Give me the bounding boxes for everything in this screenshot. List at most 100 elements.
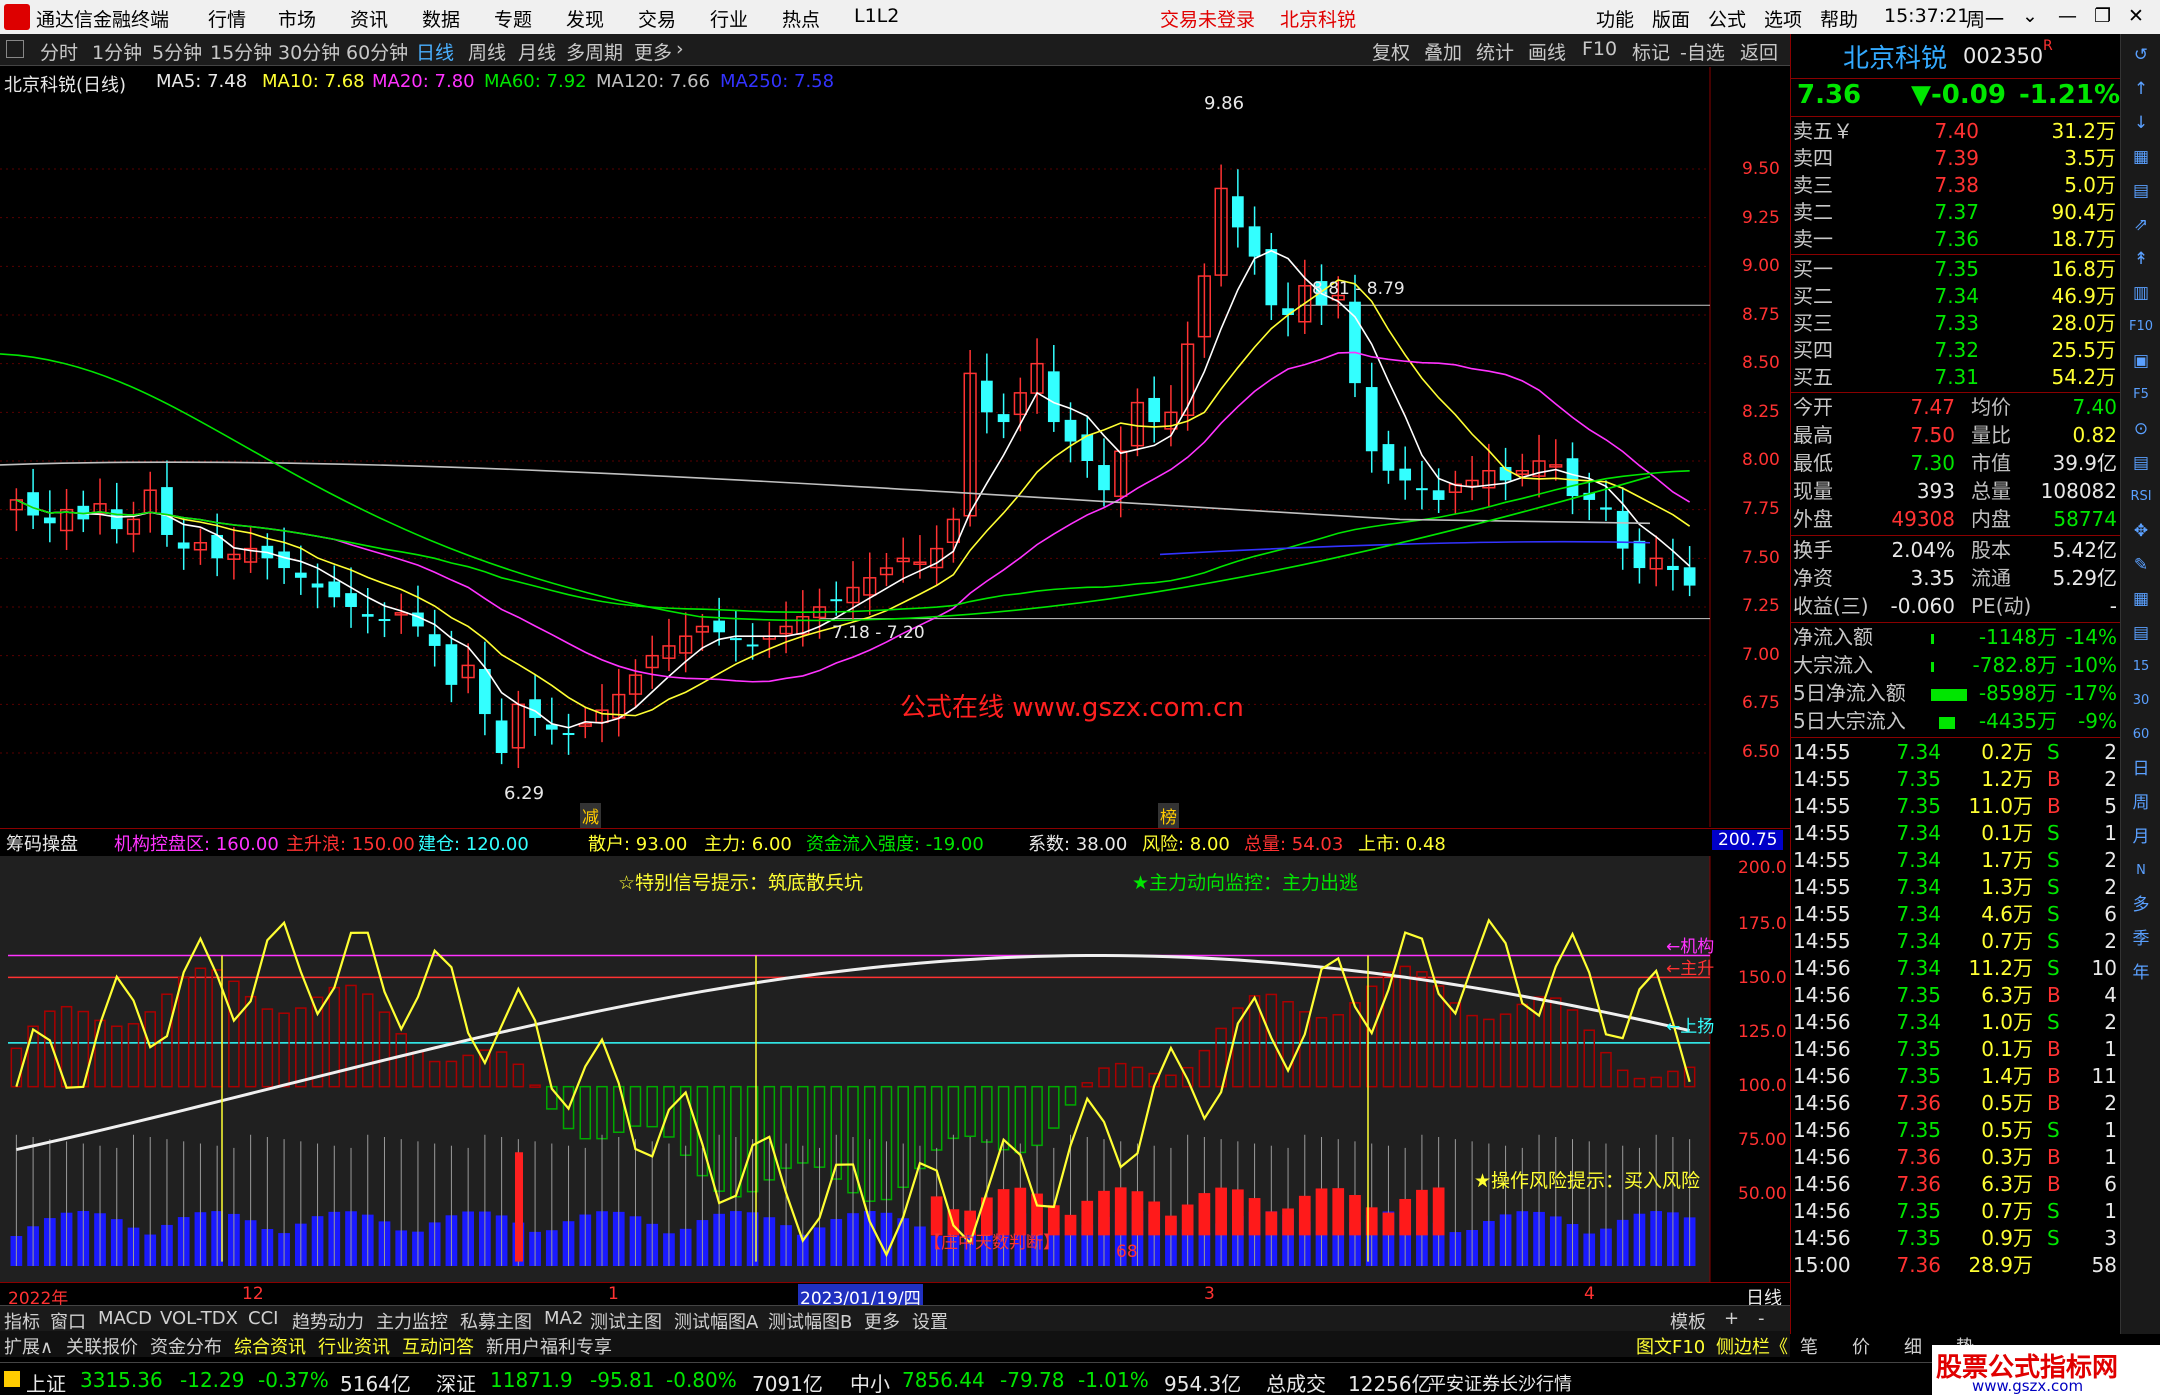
side-tool-icon[interactable]: ⇗ <box>2127 212 2155 238</box>
restore-icon[interactable]: ❐ <box>2094 5 2111 27</box>
menu-item[interactable]: 交易 <box>638 5 676 32</box>
period-tab[interactable]: 月线 <box>518 38 556 65</box>
indicator-tab[interactable]: CCI <box>248 1308 278 1329</box>
period-tab[interactable]: 多周期 <box>566 38 623 65</box>
menu-item[interactable]: 版面 <box>1652 5 1690 32</box>
side-tool-icon[interactable]: ↓ <box>2127 110 2155 136</box>
trade-status-link[interactable]: 交易未登录 <box>1160 5 1255 32</box>
tool-button[interactable]: 标记 <box>1632 38 1670 65</box>
side-tool-icon[interactable]: ✎ <box>2127 552 2155 578</box>
bid-row[interactable]: 买二 7.34 46.9万 <box>1791 283 2121 311</box>
tool-button[interactable]: 叠加 <box>1424 38 1462 65</box>
status-icon[interactable] <box>4 1371 20 1387</box>
extension-tab[interactable]: 关联报价 <box>66 1333 138 1359</box>
extension-tab[interactable]: 资金分布 <box>150 1333 222 1359</box>
ask-row[interactable]: 卖四 7.39 3.5万 <box>1791 145 2121 173</box>
indicator-tab[interactable]: MACD <box>98 1308 152 1329</box>
chevron-down-icon[interactable]: ⌄ <box>2022 5 2038 27</box>
side-tool-icon[interactable]: 60 <box>2127 722 2155 748</box>
bid-row[interactable]: 买五 7.31 54.2万 <box>1791 364 2121 392</box>
side-tool-icon[interactable]: 季 <box>2127 926 2155 952</box>
tool-button[interactable]: F10 <box>1582 38 1617 60</box>
side-tool-icon[interactable]: ▥ <box>2127 280 2155 306</box>
period-tab[interactable]: 1分钟 <box>92 38 142 65</box>
indicator-chart[interactable]: 筹码操盘 机构控盘区: 160.00 主升浪: 150.00 建仓: 120.0… <box>0 828 1790 1309</box>
indicator-tab[interactable]: VOL-TDX <box>160 1308 238 1329</box>
menu-item[interactable]: 资讯 <box>350 5 388 32</box>
minimize-icon[interactable]: — <box>2058 5 2077 27</box>
period-tab[interactable]: 5分钟 <box>152 38 202 65</box>
chevron-right-icon[interactable]: › <box>676 38 684 60</box>
side-tool-icon[interactable]: ▤ <box>2127 450 2155 476</box>
side-tool-icon[interactable]: 日 <box>2127 756 2155 782</box>
side-tool-icon[interactable]: ✥ <box>2127 518 2155 544</box>
ask-row[interactable]: 卖二 7.37 90.4万 <box>1791 199 2121 227</box>
side-tool-icon[interactable]: ▣ <box>2127 348 2155 374</box>
ask-row[interactable]: 卖五￥ 7.40 31.2万 <box>1791 118 2121 146</box>
side-tool-icon[interactable]: 月 <box>2127 824 2155 850</box>
extension-tab[interactable]: 扩展∧ <box>4 1333 53 1359</box>
menu-item[interactable]: 热点 <box>782 5 820 32</box>
side-tool-icon[interactable]: ▦ <box>2127 144 2155 170</box>
menu-item[interactable]: 发现 <box>566 5 604 32</box>
side-tool-icon[interactable]: ⊙ <box>2127 416 2155 442</box>
sz-index-name[interactable]: 深证 <box>436 1368 476 1395</box>
period-tab[interactable]: 15分钟 <box>210 38 272 65</box>
tool-button[interactable]: -自选 <box>1680 38 1725 65</box>
side-tool-icon[interactable]: 15 <box>2127 654 2155 680</box>
extension-tab[interactable]: 行业资讯 <box>318 1333 390 1359</box>
f10-tab[interactable]: 图文F10 <box>1636 1333 1705 1359</box>
extension-tab[interactable]: 互动问答 <box>402 1333 474 1359</box>
period-tab-more[interactable]: 更多 <box>634 38 672 65</box>
side-tool-icon[interactable]: 周 <box>2127 790 2155 816</box>
tool-button[interactable]: 返回 <box>1740 38 1778 65</box>
menu-item[interactable]: 市场 <box>278 5 316 32</box>
side-tool-icon[interactable]: 多 <box>2127 892 2155 918</box>
side-tool-icon[interactable]: N <box>2127 858 2155 884</box>
menu-item[interactable]: 公式 <box>1708 5 1746 32</box>
indicator-tab[interactable]: MA2 <box>544 1308 583 1329</box>
bid-row[interactable]: 买一 7.35 16.8万 <box>1791 256 2121 284</box>
menu-item[interactable]: 行业 <box>710 5 748 32</box>
indicator-name[interactable]: 筹码操盘 <box>6 830 78 856</box>
side-tool-icon[interactable]: ▦ <box>2127 586 2155 612</box>
period-tab[interactable]: 60分钟 <box>346 38 408 65</box>
side-tool-icon[interactable]: 30 <box>2127 688 2155 714</box>
tick-list[interactable]: 14:55 7.34 0.2万 S 2 14:55 7.35 1.2万 B 2 14:55 7.35 1… <box>1791 739 2121 1339</box>
side-tool-icon[interactable]: ↟ <box>2127 246 2155 272</box>
menu-item[interactable]: 行情 <box>208 5 246 32</box>
sh-index-name[interactable]: 上证 <box>26 1368 66 1395</box>
panel-toggle-icon[interactable] <box>6 40 24 58</box>
tool-button[interactable]: 统计 <box>1476 38 1514 65</box>
bid-row[interactable]: 买四 7.32 25.5万 <box>1791 337 2121 365</box>
sidebar-toggle[interactable]: 侧边栏《 <box>1716 1333 1788 1359</box>
side-tool-icon[interactable]: F10 <box>2127 314 2155 340</box>
side-tool-icon[interactable]: ▤ <box>2127 178 2155 204</box>
menu-item[interactable]: 数据 <box>422 5 460 32</box>
extension-tab[interactable]: 综合资讯 <box>234 1333 306 1359</box>
side-tool-icon[interactable]: RSI <box>2127 484 2155 510</box>
tool-button[interactable]: 画线 <box>1528 38 1566 65</box>
menu-item[interactable]: 功能 <box>1596 5 1634 32</box>
tool-button[interactable]: 复权 <box>1372 38 1410 65</box>
remove-button[interactable]: - <box>1758 1308 1765 1329</box>
zx-index-name[interactable]: 中小 <box>850 1368 890 1395</box>
side-tool-icon[interactable]: F5 <box>2127 382 2155 408</box>
period-tab[interactable]: 周线 <box>468 38 506 65</box>
menu-item[interactable]: L1L2 <box>854 5 899 27</box>
add-button[interactable]: + <box>1724 1308 1739 1329</box>
ask-row[interactable]: 卖一 7.36 18.7万 <box>1791 226 2121 254</box>
extension-tab[interactable]: 新用户福利专享 <box>486 1333 612 1359</box>
side-tool-icon[interactable]: ▤ <box>2127 620 2155 646</box>
menu-item[interactable]: 选项 <box>1764 5 1802 32</box>
period-tab[interactable]: 30分钟 <box>278 38 340 65</box>
side-tool-icon[interactable]: 年 <box>2127 960 2155 986</box>
side-tool-icon[interactable]: ↑ <box>2127 76 2155 102</box>
candlestick-chart[interactable]: 北京科锐(日线) MA5: 7.48 MA10: 7.68 MA20: 7.80… <box>0 67 1790 828</box>
menu-item[interactable]: 帮助 <box>1820 5 1858 32</box>
period-tab-active[interactable]: 日线 <box>416 38 454 65</box>
menu-item[interactable]: 专题 <box>494 5 532 32</box>
close-icon[interactable]: ✕ <box>2128 5 2144 27</box>
period-tab[interactable]: 分时 <box>40 38 78 65</box>
bid-row[interactable]: 买三 7.33 28.0万 <box>1791 310 2121 338</box>
